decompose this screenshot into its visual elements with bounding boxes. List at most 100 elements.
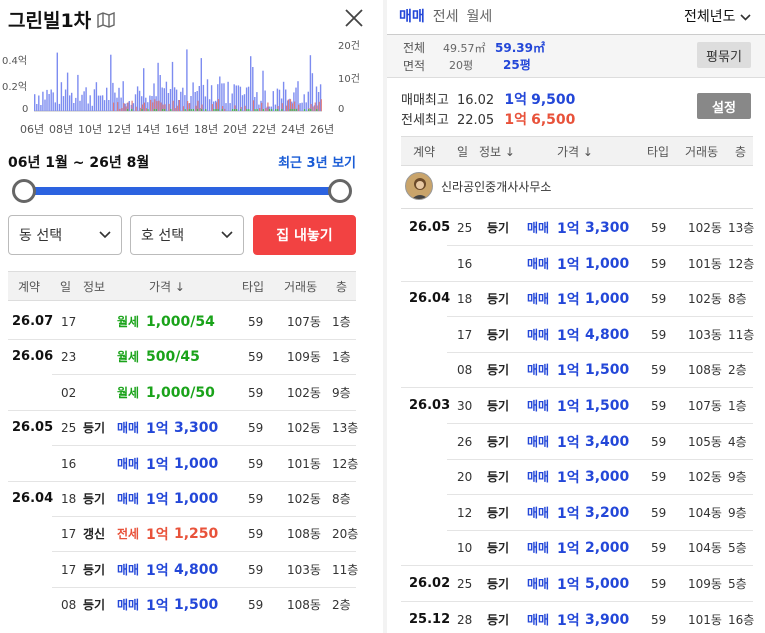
chart-bar bbox=[299, 103, 301, 111]
row-date: 25.12 bbox=[409, 612, 451, 627]
header-price[interactable]: 가격 ↓ bbox=[149, 278, 185, 295]
chart-bar bbox=[278, 89, 281, 111]
row-price: 1,000 bbox=[585, 290, 630, 307]
year-select[interactable]: 전체년도 bbox=[684, 6, 751, 26]
dong-select[interactable]: 동 선택 bbox=[8, 215, 122, 255]
table-row[interactable]: 17 등기 매매 1억 4,800 59 103동 11층 bbox=[8, 552, 358, 587]
chart-bar-jeonse bbox=[298, 104, 300, 111]
row-dong: 102동 bbox=[287, 386, 321, 400]
table-row[interactable]: 26.03 30 등기 매매 1억 1,500 59 107동 1층 bbox=[401, 388, 753, 423]
row-day: 16 bbox=[457, 256, 473, 271]
table-row[interactable]: 16 매매 1억 1,000 59 101동 12층 bbox=[401, 246, 755, 281]
slider-end-handle[interactable] bbox=[328, 179, 352, 203]
header-info[interactable]: 정보 bbox=[83, 278, 105, 295]
chart-bar bbox=[198, 86, 200, 111]
table-row[interactable]: 26.04 18 등기 매매 1억 1,000 59 102동 8층 bbox=[401, 281, 753, 316]
row-type: 59 bbox=[651, 540, 667, 555]
table-row[interactable]: 26.05 25 등기 매매 1억 3,300 59 102동 13층 bbox=[401, 210, 754, 245]
tab-sale[interactable]: 매매 bbox=[399, 6, 425, 26]
row-type: 59 bbox=[651, 576, 667, 591]
settings-button[interactable]: 설정 bbox=[697, 93, 751, 119]
row-price: 4,800 bbox=[174, 561, 219, 578]
row-kind: 매매 bbox=[527, 292, 550, 306]
map-icon[interactable] bbox=[97, 11, 115, 28]
row-date: 26.04 bbox=[409, 291, 451, 306]
header-dong[interactable]: 거래동 bbox=[284, 278, 317, 295]
table-row[interactable]: 20 등기 매매 1억 3,000 59 102동 9층 bbox=[401, 459, 753, 494]
table-row[interactable]: 26 등기 매매 1억 3,400 59 105동 4층 bbox=[401, 424, 753, 459]
chart-bar bbox=[58, 103, 61, 111]
chart-bar-jeonse bbox=[224, 108, 226, 111]
header-contract[interactable]: 계약 bbox=[18, 278, 40, 295]
chart-bar bbox=[44, 99, 46, 111]
table-row[interactable]: 26.06 23 월세 500/45 59 109동 1층 bbox=[8, 339, 356, 374]
row-dong: 104동 bbox=[688, 541, 722, 555]
table-row[interactable]: 08 등기 매매 1억 1,500 59 108동 2층 bbox=[8, 587, 356, 622]
header-info[interactable]: 정보 ↓ bbox=[479, 143, 515, 160]
chart-bar bbox=[225, 103, 227, 111]
row-kind: 매매 bbox=[527, 541, 550, 555]
pyeong-group-button[interactable]: 평묶기 bbox=[697, 42, 751, 68]
header-contract[interactable]: 계약 bbox=[413, 143, 435, 160]
row-dong: 108동 bbox=[287, 527, 321, 541]
chart-bar-monthly bbox=[289, 109, 291, 111]
row-floor: 5층 bbox=[728, 577, 747, 591]
header-day[interactable]: 일 bbox=[60, 278, 71, 295]
table-row[interactable]: 26.02 25 등기 매매 1억 5,000 59 109동 5층 bbox=[401, 566, 753, 601]
table-row[interactable]: 10 등기 매매 1억 2,000 59 104동 5층 bbox=[401, 530, 753, 565]
header-floor[interactable]: 층 bbox=[735, 143, 746, 160]
chart-bar bbox=[229, 103, 231, 111]
table-row[interactable]: 26.05 25 등기 매매 1억 3,300 59 102동 13층 bbox=[8, 410, 358, 445]
chart-bar-jeonse bbox=[187, 101, 189, 111]
chart-bar bbox=[301, 102, 303, 111]
row-day: 08 bbox=[61, 597, 77, 612]
chart-bar bbox=[169, 89, 172, 111]
table-row[interactable]: 02 월세 1,000/50 59 102동 9층 bbox=[8, 375, 356, 410]
tab-jeonse[interactable]: 전세 bbox=[433, 6, 459, 26]
chart-bar bbox=[114, 92, 116, 111]
table-row[interactable]: 25.12 28 등기 매매 1억 3,900 59 101동 16층 bbox=[401, 602, 754, 633]
table-row[interactable]: 12 등기 매매 1억 3,200 59 104동 9층 bbox=[401, 495, 753, 530]
chart-bar-monthly bbox=[215, 109, 217, 111]
chart-bar-monthly bbox=[295, 109, 297, 111]
chart-bar-jeonse bbox=[244, 105, 246, 111]
header-type[interactable]: 타입 bbox=[647, 143, 669, 160]
header-price[interactable]: 가격 ↓ bbox=[557, 143, 593, 160]
chart-bar bbox=[165, 81, 168, 111]
header-dong[interactable]: 거래동 bbox=[685, 143, 718, 160]
agent-name: 신라공인중개사사무소 bbox=[441, 179, 552, 194]
date-range-slider[interactable] bbox=[12, 178, 352, 204]
row-floor: 12층 bbox=[728, 257, 755, 271]
sell-home-button[interactable]: 집 내놓기 bbox=[253, 215, 356, 255]
chart-bar-monthly bbox=[131, 109, 133, 111]
chart-bar-monthly bbox=[291, 109, 293, 111]
slider-start-handle[interactable] bbox=[12, 179, 36, 203]
recent-3-years-button[interactable]: 최근 3년 보기 bbox=[278, 152, 356, 171]
chart-bar bbox=[97, 95, 100, 111]
chart-bar bbox=[262, 70, 264, 111]
tab-monthly[interactable]: 월세 bbox=[467, 6, 493, 26]
chart-bar bbox=[103, 100, 106, 111]
header-day[interactable]: 일 bbox=[457, 143, 468, 160]
agent-row[interactable]: 신라공인중개사사무소 bbox=[405, 172, 551, 200]
row-dong: 101동 bbox=[688, 257, 722, 271]
chart-bar bbox=[307, 91, 309, 111]
close-icon[interactable] bbox=[342, 6, 366, 30]
table-row[interactable]: 16 매매 1억 1,000 59 101동 12층 bbox=[8, 446, 358, 481]
avatar bbox=[405, 172, 433, 200]
table-row[interactable]: 17 등기 매매 1억 4,800 59 103동 11층 bbox=[401, 317, 754, 352]
table-row[interactable]: 26.07 17 월세 1,000/54 59 107동 1층 bbox=[8, 304, 356, 339]
row-date: 26.07 bbox=[12, 314, 54, 329]
header-floor[interactable]: 층 bbox=[336, 278, 347, 295]
table-row[interactable]: 08 등기 매매 1억 1,500 59 108동 2층 bbox=[401, 352, 753, 387]
header-type[interactable]: 타입 bbox=[242, 278, 264, 295]
area-selected-m2: 59.39㎡ bbox=[495, 41, 545, 55]
chart-bar-jeonse bbox=[318, 101, 320, 111]
table-row[interactable]: 26.04 18 등기 매매 1억 1,000 59 102동 8층 bbox=[8, 481, 356, 516]
chart-bar-monthly bbox=[127, 109, 129, 111]
ho-select[interactable]: 호 선택 bbox=[130, 215, 244, 255]
chart-bar bbox=[69, 95, 71, 111]
chart-bar-monthly bbox=[184, 109, 186, 111]
row-day: 26 bbox=[457, 434, 473, 449]
table-row[interactable]: 17 갱신 전세 1억 1,250 59 108동 20층 bbox=[8, 516, 358, 551]
